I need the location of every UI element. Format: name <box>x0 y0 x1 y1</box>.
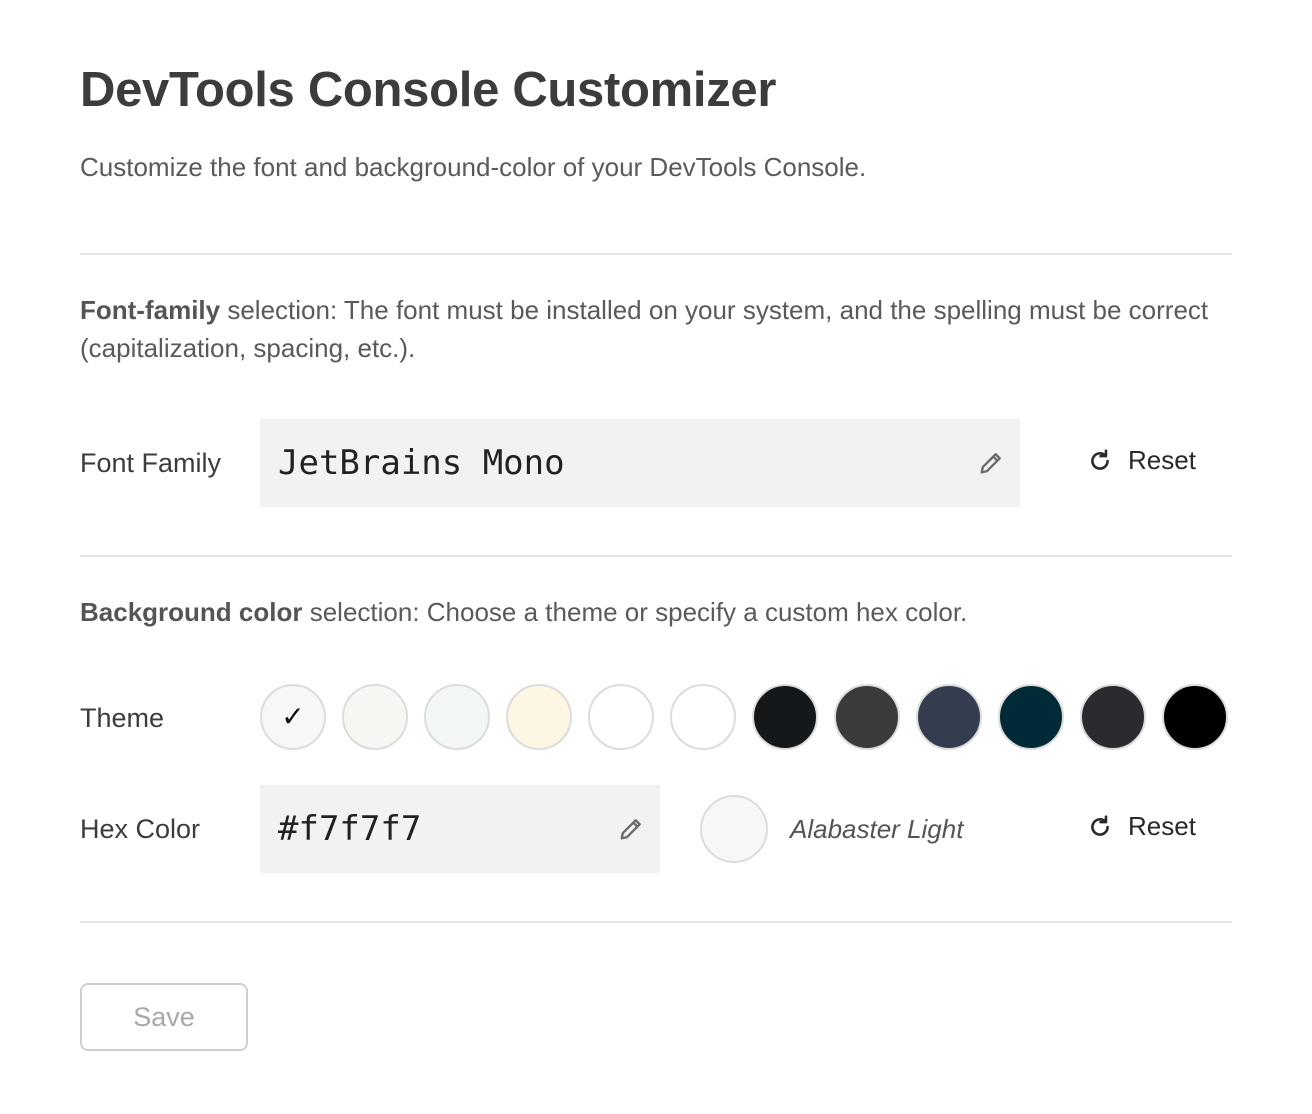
color-reset-label: Reset <box>1128 811 1196 841</box>
theme-swatch[interactable] <box>342 684 408 750</box>
divider <box>80 253 1232 255</box>
page-subtitle: Customize the font and background-color … <box>80 152 867 182</box>
bg-section-description: Background color selection: Choose a the… <box>80 593 1230 631</box>
color-reset-button[interactable]: Reset <box>1086 811 1196 842</box>
font-reset-button[interactable]: Reset <box>1086 445 1196 476</box>
theme-swatch[interactable] <box>670 684 736 750</box>
theme-swatch[interactable]: ✓ <box>260 684 326 750</box>
theme-label: Theme <box>80 703 165 733</box>
color-preview-swatch <box>700 795 768 863</box>
save-button[interactable]: Save <box>80 983 248 1051</box>
theme-swatch[interactable] <box>998 684 1064 750</box>
font-family-label: Font Family <box>80 448 222 478</box>
divider <box>80 555 1232 557</box>
theme-swatch[interactable] <box>588 684 654 750</box>
font-family-value[interactable]: JetBrains Mono <box>278 443 976 483</box>
refresh-icon <box>1086 447 1114 475</box>
font-reset-label: Reset <box>1128 445 1196 475</box>
theme-swatch[interactable] <box>1162 684 1228 750</box>
font-section-description: Font-family selection: The font must be … <box>80 291 1230 367</box>
checkmark-icon: ✓ <box>281 700 305 733</box>
divider <box>80 921 1232 923</box>
bg-section-heading: Background color <box>80 597 303 627</box>
theme-name: Alabaster Light <box>790 814 964 844</box>
theme-swatch[interactable] <box>834 684 900 750</box>
theme-swatch[interactable] <box>916 684 982 750</box>
font-section-heading: Font-family <box>80 295 221 325</box>
hex-color-input[interactable]: #f7f7f7 <box>260 785 660 873</box>
pencil-icon[interactable] <box>976 448 1006 478</box>
theme-swatch[interactable] <box>506 684 572 750</box>
refresh-icon <box>1086 813 1114 841</box>
theme-swatch[interactable] <box>1080 684 1146 750</box>
theme-swatch[interactable] <box>752 684 818 750</box>
page-title: DevTools Console Customizer <box>80 63 777 117</box>
theme-swatch[interactable] <box>424 684 490 750</box>
hex-color-value[interactable]: #f7f7f7 <box>278 809 616 849</box>
pencil-icon[interactable] <box>616 814 646 844</box>
font-section-text: selection: The font must be installed on… <box>80 295 1209 363</box>
hex-color-label: Hex Color <box>80 814 201 844</box>
bg-section-text: selection: Choose a theme or specify a c… <box>302 597 968 627</box>
font-family-input[interactable]: JetBrains Mono <box>260 419 1020 507</box>
